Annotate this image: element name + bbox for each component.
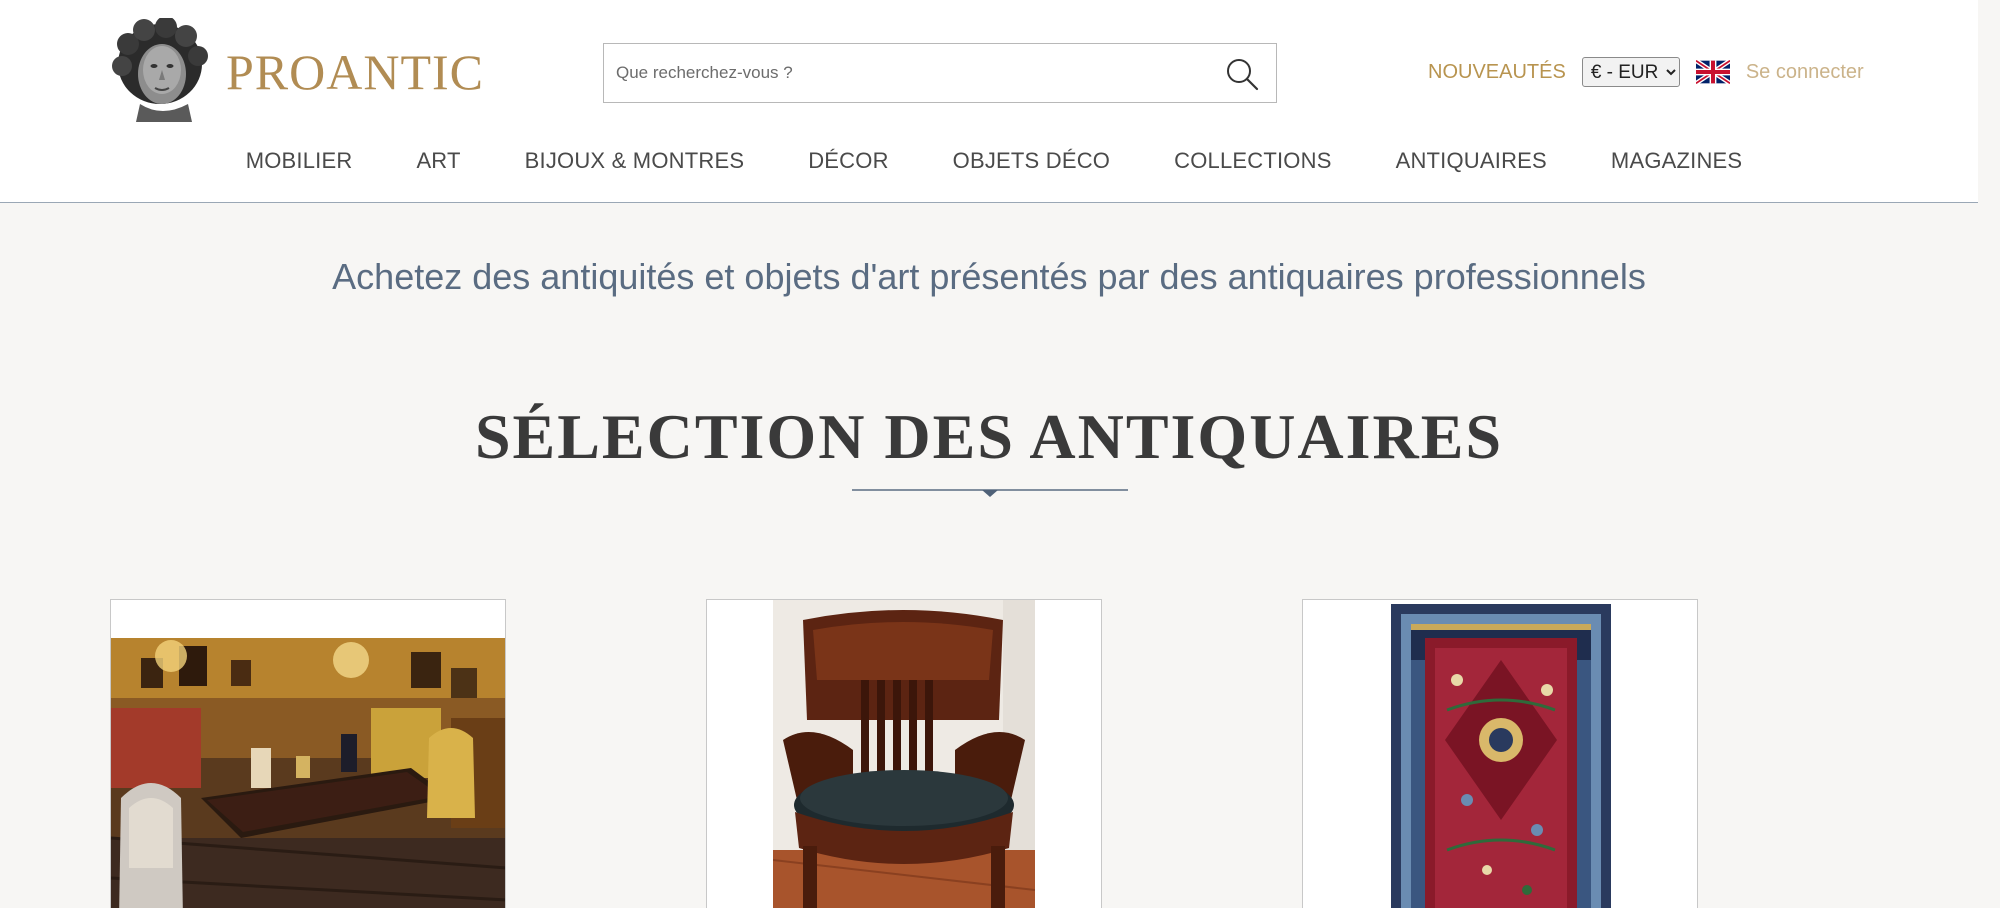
site-header: PROANTIC NOUVEAUTÉS € - EUR xyxy=(0,0,1978,203)
nav-item-collections[interactable]: COLLECTIONS xyxy=(1174,148,1331,174)
tagline: Achetez des antiquités et objets d'art p… xyxy=(332,256,1646,297)
nav-item-decor[interactable]: DÉCOR xyxy=(808,148,888,174)
main-nav: MOBILIER ART BIJOUX & MONTRES DÉCOR OBJE… xyxy=(0,148,1978,174)
product-card[interactable] xyxy=(110,599,506,908)
header-actions: NOUVEAUTÉS € - EUR Se connecter xyxy=(1428,57,1864,87)
nav-item-mobilier[interactable]: MOBILIER xyxy=(246,148,353,174)
bust-logo-icon xyxy=(112,18,208,122)
nav-item-objets-deco[interactable]: OBJETS DÉCO xyxy=(953,148,1110,174)
nav-item-antiquaires[interactable]: ANTIQUAIRES xyxy=(1396,148,1547,174)
search-box xyxy=(603,43,1277,103)
nav-item-bijoux-montres[interactable]: BIJOUX & MONTRES xyxy=(525,148,745,174)
page: PROANTIC NOUVEAUTÉS € - EUR xyxy=(0,0,2000,908)
currency-select[interactable]: € - EUR xyxy=(1581,57,1680,87)
product-card[interactable] xyxy=(706,599,1102,908)
logo-wordmark: PROANTIC xyxy=(226,44,485,100)
nav-item-art[interactable]: ART xyxy=(416,148,460,174)
section-title: SÉLECTION DES ANTIQUAIRES xyxy=(474,401,1504,472)
product-card[interactable] xyxy=(1302,599,1698,908)
logo[interactable]: PROANTIC xyxy=(110,18,484,122)
product-image-armchair xyxy=(773,600,1035,908)
title-divider xyxy=(852,489,1128,497)
search-icon xyxy=(1227,59,1259,91)
nav-item-magazines[interactable]: MAGAZINES xyxy=(1611,148,1742,174)
login-link[interactable]: Se connecter xyxy=(1746,61,1864,84)
nouveautes-link[interactable]: NOUVEAUTÉS xyxy=(1428,61,1566,84)
search-input[interactable] xyxy=(604,44,1204,102)
search-button[interactable] xyxy=(1224,56,1260,92)
product-image-antique-shop xyxy=(111,638,505,908)
product-image-persian-carpet xyxy=(1387,600,1615,908)
uk-flag-icon[interactable] xyxy=(1695,60,1730,84)
